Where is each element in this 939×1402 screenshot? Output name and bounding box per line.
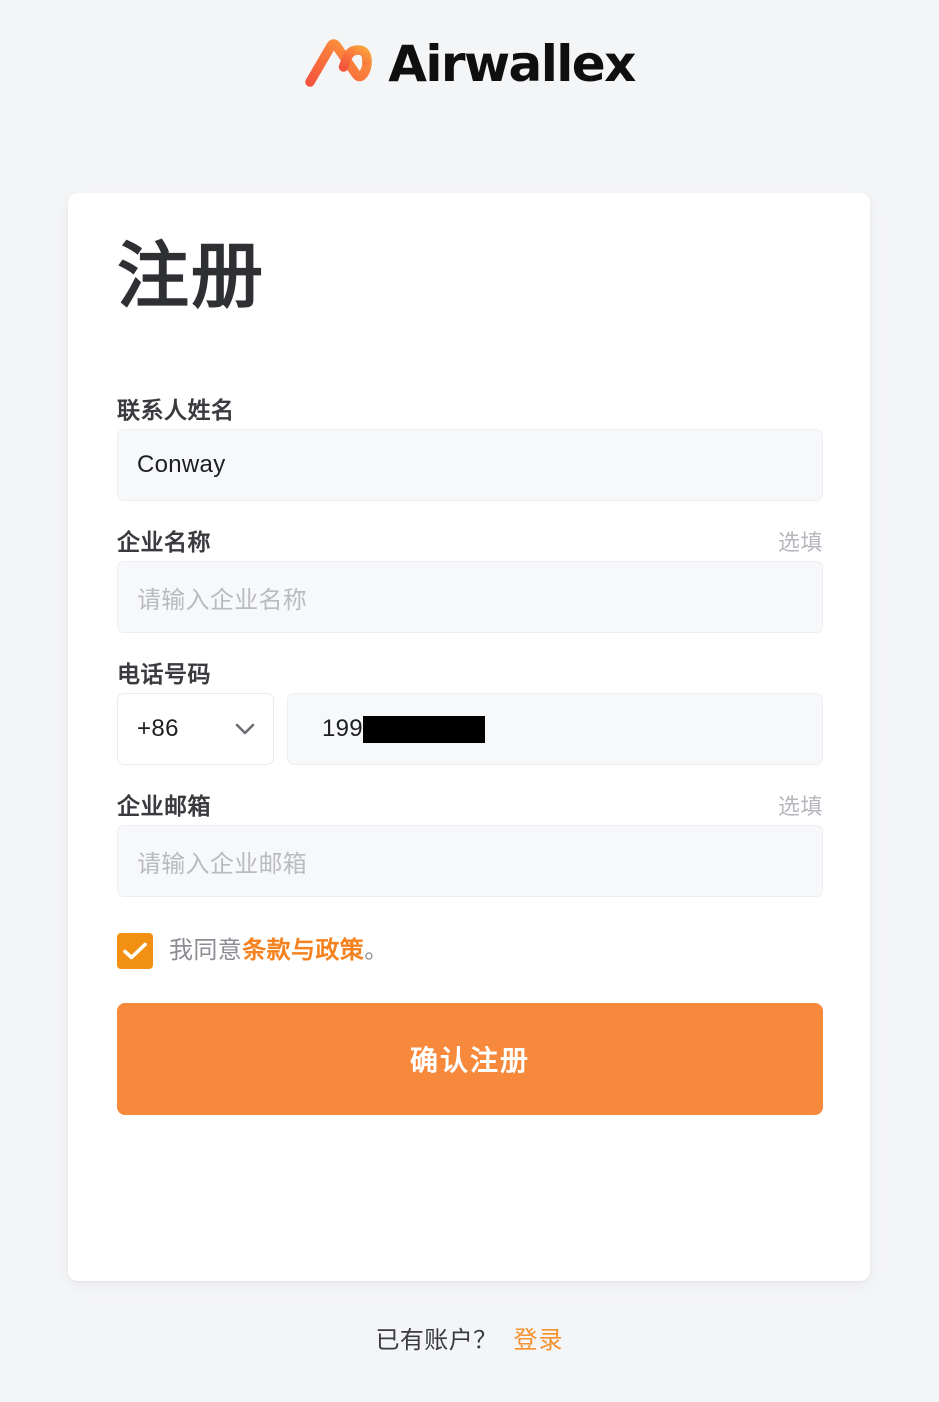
- field-contact-name: 联系人姓名 Conway: [117, 391, 823, 501]
- phone-number-value: 199: [322, 715, 363, 743]
- terms-and-policy-link[interactable]: 条款与政策: [242, 937, 364, 964]
- checkmark-icon: [123, 942, 147, 960]
- signup-card: 注册 联系人姓名 Conway 企业名称 选填 请输入企业名称 电话: [68, 193, 870, 1281]
- consent-prefix: 我同意: [169, 937, 242, 964]
- login-link[interactable]: 登录: [514, 1320, 564, 1355]
- confirm-register-button[interactable]: 确认注册: [117, 1003, 823, 1115]
- brand-header: Airwallex: [0, 28, 939, 100]
- signup-form: 联系人姓名 Conway 企业名称 选填 请输入企业名称 电话号码: [117, 391, 823, 1115]
- footer: 已有账户？ 登录: [0, 1320, 939, 1355]
- field-company-email: 企业邮箱 选填 请输入企业邮箱: [117, 787, 823, 897]
- field-phone: 电话号码 +86 199: [117, 655, 823, 765]
- chevron-down-icon: [235, 723, 255, 735]
- company-name-label: 企业名称: [117, 523, 211, 557]
- consent-row: 我同意条款与政策。: [117, 933, 823, 969]
- country-code-value: +86: [137, 715, 179, 743]
- terms-checkbox[interactable]: [117, 933, 153, 969]
- field-label-row: 电话号码: [117, 655, 823, 681]
- company-name-input[interactable]: 请输入企业名称: [117, 561, 823, 633]
- company-email-input[interactable]: 请输入企业邮箱: [117, 825, 823, 897]
- consent-suffix: 。: [364, 937, 388, 964]
- brand-wordmark: Airwallex: [388, 39, 634, 89]
- company-email-label: 企业邮箱: [117, 787, 211, 821]
- contact-name-input[interactable]: Conway: [117, 429, 823, 501]
- phone-redaction-bar: [363, 716, 485, 743]
- phone-label: 电话号码: [117, 655, 211, 689]
- existing-account-prompt: 已有账户？: [376, 1320, 498, 1355]
- contact-name-label: 联系人姓名: [117, 391, 235, 425]
- company-name-optional-tag: 选填: [778, 525, 823, 557]
- consent-text: 我同意条款与政策。: [169, 939, 389, 963]
- country-code-select[interactable]: +86: [117, 693, 274, 765]
- signup-page: Airwallex 注册 联系人姓名 Conway 企业名称 选填 请输入企业名…: [0, 0, 939, 1402]
- field-label-row: 企业名称 选填: [117, 523, 823, 549]
- page-title: 注册: [117, 241, 265, 313]
- airwallex-logo-mark-icon: [304, 38, 374, 90]
- company-email-optional-tag: 选填: [778, 789, 823, 821]
- phone-number-input[interactable]: 199: [287, 693, 823, 765]
- field-label-row: 联系人姓名: [117, 391, 823, 417]
- phone-row: +86 199: [117, 693, 823, 765]
- field-label-row: 企业邮箱 选填: [117, 787, 823, 813]
- field-company-name: 企业名称 选填 请输入企业名称: [117, 523, 823, 633]
